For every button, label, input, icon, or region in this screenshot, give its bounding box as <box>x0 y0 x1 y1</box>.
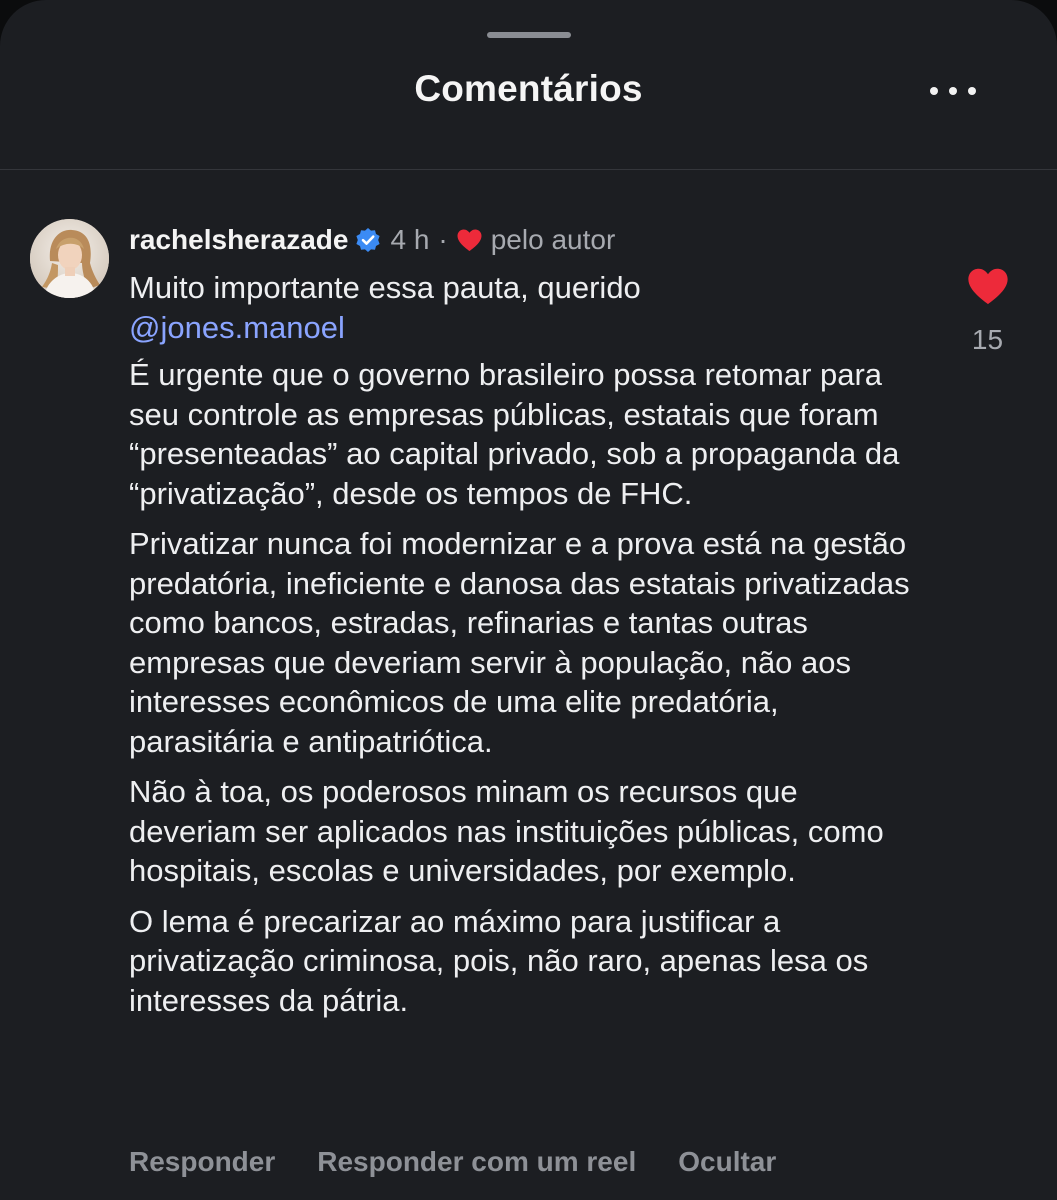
comments-sheet: Comentários rachelsherazade 4 h · pelo a… <box>0 0 1057 1200</box>
comment-first-paragraph: Muito importante essa pauta, querido @jon… <box>129 268 929 347</box>
drag-handle[interactable] <box>487 32 571 38</box>
reply-button[interactable]: Responder <box>129 1146 275 1178</box>
reply-with-reel-button[interactable]: Responder com um reel <box>317 1146 636 1178</box>
comment-username[interactable]: rachelsherazade <box>129 224 348 256</box>
hide-button[interactable]: Ocultar <box>678 1146 776 1178</box>
comment-time: 4 h <box>390 224 430 255</box>
comment-paragraph: Privatizar nunca foi modernizar e a prov… <box>129 526 910 759</box>
heart-filled-icon <box>968 268 1008 305</box>
mention-link[interactable]: @jones.manoel <box>129 310 345 345</box>
comment-text: Muito importante essa pauta, querido @jon… <box>129 268 929 1031</box>
comment-paragraph: É urgente que o governo brasileiro possa… <box>129 357 900 511</box>
comment-paragraph: Não à toa, os poderosos minam os recurso… <box>129 774 884 888</box>
comment-first-line: Muito importante essa pauta, querido <box>129 270 641 305</box>
like-count[interactable]: 15 <box>950 324 1025 356</box>
more-horizontal-icon <box>930 87 938 95</box>
verified-badge-icon <box>356 228 381 252</box>
comment-paragraph: O lema é precarizar ao máximo para justi… <box>129 903 869 1018</box>
comment-actions: Responder Responder com um reel Ocultar <box>129 1146 776 1178</box>
meta-separator: · <box>438 224 448 255</box>
header-divider <box>0 169 1057 170</box>
liked-by-author-label: pelo autor <box>490 224 616 255</box>
more-dot <box>949 87 957 95</box>
more-options-button[interactable] <box>930 78 976 104</box>
avatar-photo-icon <box>30 219 109 298</box>
heart-filled-icon <box>457 229 482 252</box>
avatar[interactable] <box>30 219 109 298</box>
more-dot <box>968 87 976 95</box>
like-button[interactable] <box>966 266 1010 306</box>
sheet-title: Comentários <box>414 68 643 109</box>
comment-meta: rachelsherazade 4 h · pelo autor <box>129 222 615 258</box>
